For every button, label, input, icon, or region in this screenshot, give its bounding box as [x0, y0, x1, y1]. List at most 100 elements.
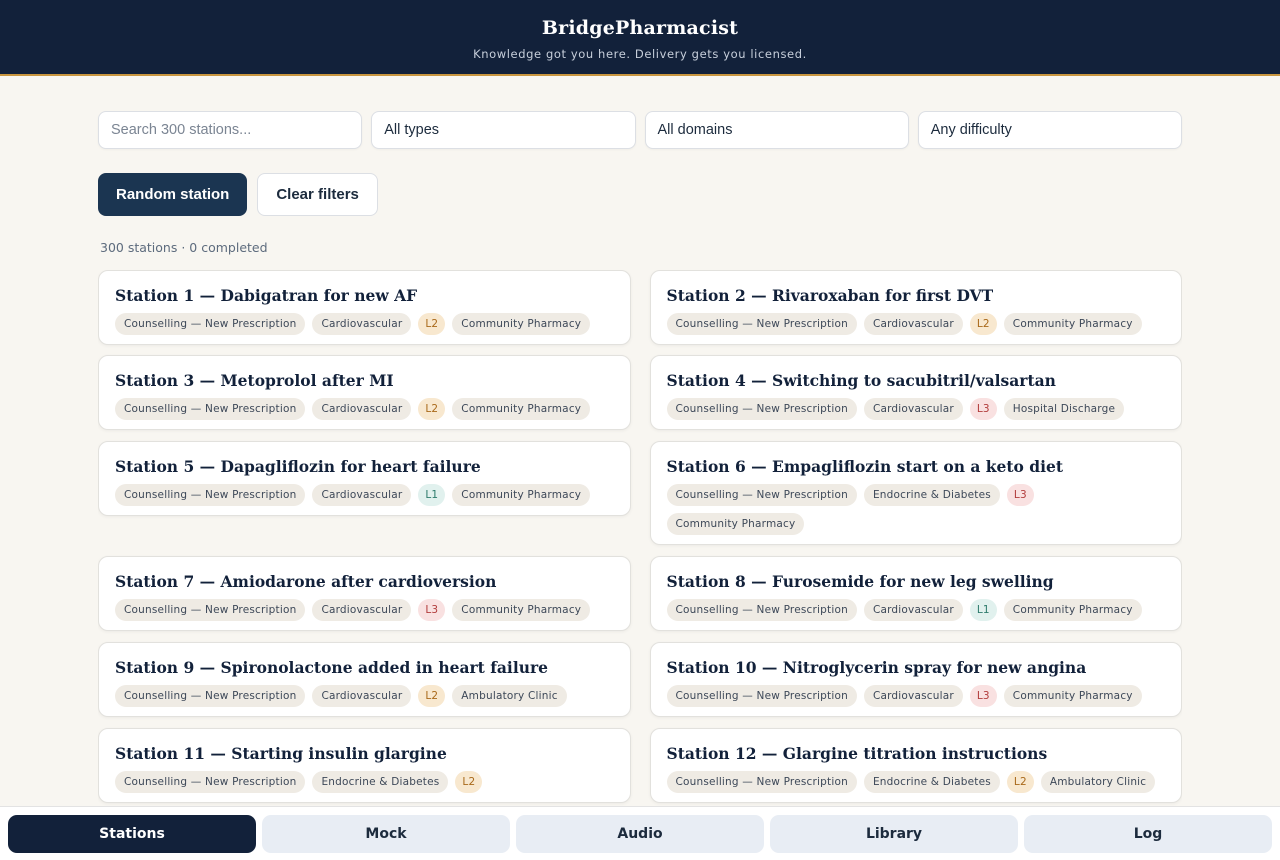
station-card[interactable]: Station 2 — Rivaroxaban for first DVT Cou… — [649, 270, 1182, 345]
filter-bar: Search 300 stations... All types All dom… — [98, 111, 1182, 149]
level-badge: L3 — [1006, 484, 1034, 506]
type-tag: Counselling — New Prescription — [115, 398, 306, 420]
type-tag: Counselling — New Prescription — [666, 484, 857, 506]
search-input[interactable]: Search 300 stations... — [98, 111, 363, 149]
station-tags: Counselling — New Prescription Endocrine … — [115, 771, 614, 793]
station-tags: Counselling — New Prescription Cardiovasc… — [115, 484, 614, 506]
domain-tag: Cardiovascular — [312, 685, 412, 707]
setting-tag: Community Pharmacy — [1003, 599, 1142, 621]
difficulty-select[interactable]: Any difficulty — [917, 111, 1182, 149]
domain-tag: Endocrine & Diabetes — [863, 771, 1000, 793]
station-tags: Counselling — New Prescription Cardiovasc… — [666, 398, 1166, 420]
station-tags: Counselling — New Prescription Cardiovasc… — [115, 398, 614, 420]
station-card[interactable]: Station 1 — Dabigatran for new AF Counsel… — [98, 270, 631, 345]
level-badge: L2 — [418, 313, 446, 335]
tab-log[interactable]: Log — [1024, 815, 1272, 853]
level-badge: L1 — [969, 599, 997, 621]
setting-tag: Community Pharmacy — [666, 513, 805, 535]
level-badge: L3 — [969, 685, 997, 707]
setting-tag: Community Pharmacy — [452, 599, 591, 621]
random-station-button[interactable]: Random station — [98, 173, 248, 216]
setting-tag: Community Pharmacy — [452, 398, 591, 420]
type-tag: Counselling — New Prescription — [115, 313, 306, 335]
domain-tag: Cardiovascular — [312, 398, 412, 420]
level-badge: L1 — [418, 484, 446, 506]
station-card[interactable]: Station 8 — Furosemide for new leg swell… — [649, 556, 1182, 631]
station-title: Station 12 — Glargine titration instruct… — [666, 744, 1048, 763]
tab-library[interactable]: Library — [770, 815, 1018, 853]
station-title: Station 7 — Amiodarone after cardioversi… — [115, 572, 497, 591]
station-card[interactable]: Station 12 — Glargine titration instruct… — [649, 728, 1182, 803]
station-title: Station 8 — Furosemide for new leg swell… — [666, 572, 1054, 591]
type-tag: Counselling — New Prescription — [666, 313, 857, 335]
level-badge: L2 — [969, 313, 997, 335]
station-title: Station 11 — Starting insulin glargine — [115, 744, 447, 763]
station-title: Station 5 — Dapagliflozin for heart fail… — [115, 457, 481, 476]
domain-tag: Cardiovascular — [312, 313, 412, 335]
level-badge: L2 — [418, 398, 446, 420]
domain-tag: Endocrine & Diabetes — [312, 771, 449, 793]
bottom-tab-bar: Stations Mock Audio Library Log — [0, 806, 1280, 860]
station-column-right: Station 2 — Rivaroxaban for first DVT Cou… — [649, 270, 1182, 806]
station-title: Station 4 — Switching to sacubitril/vals… — [666, 371, 1056, 390]
tab-audio[interactable]: Audio — [516, 815, 764, 853]
station-title: Station 2 — Rivaroxaban for first DVT — [666, 286, 994, 305]
domain-tag: Cardiovascular — [863, 398, 963, 420]
station-title: Station 9 — Spironolactone added in hear… — [115, 658, 549, 677]
station-tags: Counselling — New Prescription Endocrine … — [666, 484, 1166, 535]
station-card[interactable]: Station 10 — Nitroglycerin spray for new… — [649, 642, 1182, 717]
domain-tag: Cardiovascular — [863, 685, 963, 707]
setting-tag: Community Pharmacy — [1003, 685, 1142, 707]
app-tagline: Knowledge got you here. Delivery gets yo… — [473, 47, 807, 61]
domain-tag: Cardiovascular — [863, 599, 963, 621]
type-tag: Counselling — New Prescription — [666, 685, 857, 707]
setting-tag: Community Pharmacy — [452, 484, 591, 506]
station-card[interactable]: Station 5 — Dapagliflozin for heart fail… — [98, 441, 631, 516]
clear-filters-button[interactable]: Clear filters — [257, 173, 378, 216]
domain-tag: Cardiovascular — [312, 484, 412, 506]
setting-tag: Ambulatory Clinic — [452, 685, 567, 707]
level-badge: L2 — [418, 685, 446, 707]
station-card[interactable]: Station 4 — Switching to sacubitril/vals… — [649, 355, 1182, 430]
station-card[interactable]: Station 9 — Spironolactone added in hear… — [98, 642, 631, 717]
action-bar: Random station Clear filters — [98, 173, 378, 216]
station-title: Station 1 — Dabigatran for new AF — [115, 286, 418, 305]
station-tags: Counselling — New Prescription Endocrine … — [666, 771, 1166, 793]
tab-mock[interactable]: Mock — [262, 815, 510, 853]
domain-tag: Endocrine & Diabetes — [863, 484, 1000, 506]
level-badge: L2 — [1006, 771, 1034, 793]
tab-stations[interactable]: Stations — [8, 815, 256, 853]
station-grid: Station 1 — Dabigatran for new AF Counsel… — [98, 270, 1182, 806]
station-tags: Counselling — New Prescription Cardiovasc… — [115, 685, 614, 707]
type-tag: Counselling — New Prescription — [115, 685, 306, 707]
type-select[interactable]: All types — [371, 111, 636, 149]
domain-tag: Cardiovascular — [312, 599, 412, 621]
app-title: BridgePharmacist — [541, 17, 739, 39]
type-tag: Counselling — New Prescription — [115, 484, 306, 506]
type-tag: Counselling — New Prescription — [666, 599, 857, 621]
station-card[interactable]: Station 7 — Amiodarone after cardioversi… — [98, 556, 631, 631]
domain-select[interactable]: All domains — [644, 111, 909, 149]
level-badge: L3 — [969, 398, 997, 420]
type-tag: Counselling — New Prescription — [666, 771, 857, 793]
station-tags: Counselling — New Prescription Cardiovasc… — [115, 599, 614, 621]
station-card[interactable]: Station 3 — Metoprolol after MI Counselli… — [98, 355, 631, 430]
station-tags: Counselling — New Prescription Cardiovasc… — [666, 599, 1166, 621]
domain-tag: Cardiovascular — [863, 313, 963, 335]
station-tags: Counselling — New Prescription Cardiovasc… — [666, 313, 1166, 335]
type-tag: Counselling — New Prescription — [115, 599, 306, 621]
type-tag: Counselling — New Prescription — [115, 771, 306, 793]
setting-tag: Community Pharmacy — [452, 313, 591, 335]
setting-tag: Ambulatory Clinic — [1040, 771, 1156, 793]
station-card[interactable]: Station 11 — Starting insulin glargine Co… — [98, 728, 631, 803]
setting-tag: Community Pharmacy — [1003, 313, 1142, 335]
station-tags: Counselling — New Prescription Cardiovasc… — [666, 685, 1166, 707]
station-title: Station 3 — Metoprolol after MI — [115, 371, 394, 390]
level-badge: L2 — [455, 771, 483, 793]
setting-tag: Hospital Discharge — [1003, 398, 1125, 420]
level-badge: L3 — [418, 599, 446, 621]
station-card[interactable]: Station 6 — Empagliflozin start on a ket… — [649, 441, 1182, 545]
station-tags: Counselling — New Prescription Cardiovasc… — [115, 313, 614, 335]
app-header: BridgePharmacist Knowledge got you here.… — [0, 0, 1280, 76]
type-tag: Counselling — New Prescription — [666, 398, 857, 420]
